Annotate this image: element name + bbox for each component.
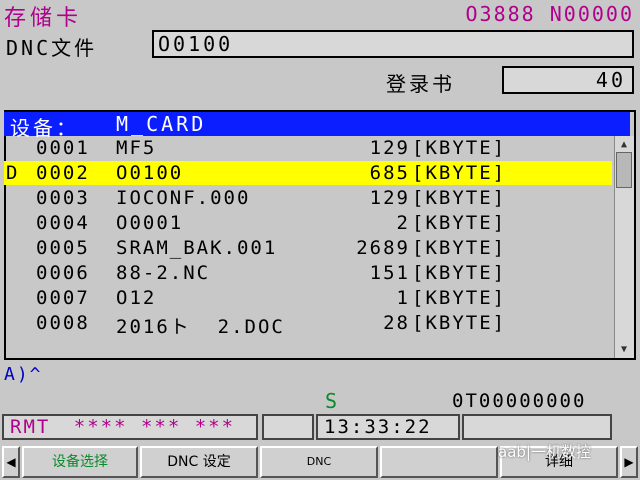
softkey-right-arrow-icon[interactable]: ▶ (620, 446, 638, 478)
dnc-file-field[interactable]: O0100 (152, 30, 634, 58)
softkey-left-arrow-icon[interactable]: ◀ (2, 446, 20, 478)
file-name: IOCONF.000 (116, 187, 251, 209)
watermark: aab|一机数控 (498, 443, 591, 461)
file-unit: [KBYTE] (412, 287, 507, 309)
file-size: 129 (369, 187, 410, 209)
file-unit: [KBYTE] (412, 137, 507, 159)
file-row[interactable]: 0007 O12 1 [KBYTE] (4, 286, 612, 310)
file-no: 0008 (36, 312, 90, 334)
file-no: 0004 (36, 212, 90, 234)
screen-title: 存储卡 (4, 6, 83, 31)
device-row: 设备： M_CARD (4, 112, 630, 140)
file-unit: [KBYTE] (412, 237, 507, 259)
clock: 13:33:22 (316, 414, 460, 440)
directory-count: 40 (502, 66, 634, 94)
scroll-thumb[interactable] (616, 152, 632, 188)
file-no: 0005 (36, 237, 90, 259)
file-name: MF5 (116, 137, 157, 159)
softkey-dnc[interactable]: DNC (260, 446, 378, 478)
file-name: 88-2.NC (116, 262, 211, 284)
input-prompt[interactable]: A)^ (4, 364, 43, 385)
tool-value: 0T00000000 (452, 390, 587, 412)
file-size: 28 (383, 312, 410, 334)
file-no: 0002 (36, 162, 90, 184)
status-spacer (262, 414, 314, 440)
scroll-up-icon[interactable]: ▲ (617, 138, 631, 152)
file-row[interactable]: D 0002 O0100 685 [KBYTE] (4, 161, 612, 185)
file-name: SRAM_BAK.001 (116, 237, 278, 259)
file-size: 151 (369, 262, 410, 284)
softkey-blank[interactable] (380, 446, 498, 478)
file-no: 0006 (36, 262, 90, 284)
mode-status: RMT **** *** *** (2, 414, 258, 440)
spindle-label: S (325, 389, 338, 413)
file-size: 2689 (356, 237, 410, 259)
file-row[interactable]: 0003 IOCONF.000 129 [KBYTE] (4, 186, 612, 210)
file-size: 685 (369, 162, 410, 184)
file-size: 2 (396, 212, 410, 234)
file-name: O12 (116, 287, 157, 309)
file-marker: D (6, 162, 20, 184)
softkey-dnc-setting[interactable]: DNC 设定 (140, 446, 258, 478)
file-unit: [KBYTE] (412, 162, 507, 184)
file-row[interactable]: 0005 SRAM_BAK.001 2689 [KBYTE] (4, 236, 612, 260)
file-name: O0100 (116, 162, 184, 184)
file-unit: [KBYTE] (412, 262, 507, 284)
program-number: O3888 N00000 (465, 2, 634, 26)
device-value: M_CARD (116, 112, 207, 136)
file-unit: [KBYTE] (412, 312, 507, 334)
file-row[interactable]: 0004 O0001 2 [KBYTE] (4, 211, 612, 235)
alarm-stars: **** *** *** (73, 416, 236, 438)
status-blank (462, 414, 612, 440)
file-no: 0001 (36, 137, 90, 159)
file-unit: [KBYTE] (412, 212, 507, 234)
file-row[interactable]: 0008 2016ト 2.DOC 28 [KBYTE] (4, 311, 612, 338)
file-row[interactable]: 0006 88-2.NC 151 [KBYTE] (4, 261, 612, 285)
file-row[interactable]: 0001 MF5 129 [KBYTE] (4, 136, 612, 160)
mode-label: RMT (10, 416, 51, 438)
file-no: 0007 (36, 287, 90, 309)
softkey-device-select[interactable]: 设备选择 (22, 446, 138, 478)
scroll-down-icon[interactable]: ▼ (617, 343, 631, 357)
file-name: O0001 (116, 212, 184, 234)
file-name: 2016ト 2.DOC (116, 316, 285, 338)
directory-label: 登录书 (386, 72, 455, 96)
file-size: 1 (396, 287, 410, 309)
file-size: 129 (369, 137, 410, 159)
file-unit: [KBYTE] (412, 187, 507, 209)
file-no: 0003 (36, 187, 90, 209)
dnc-file-label: DNC文件 (6, 36, 98, 60)
